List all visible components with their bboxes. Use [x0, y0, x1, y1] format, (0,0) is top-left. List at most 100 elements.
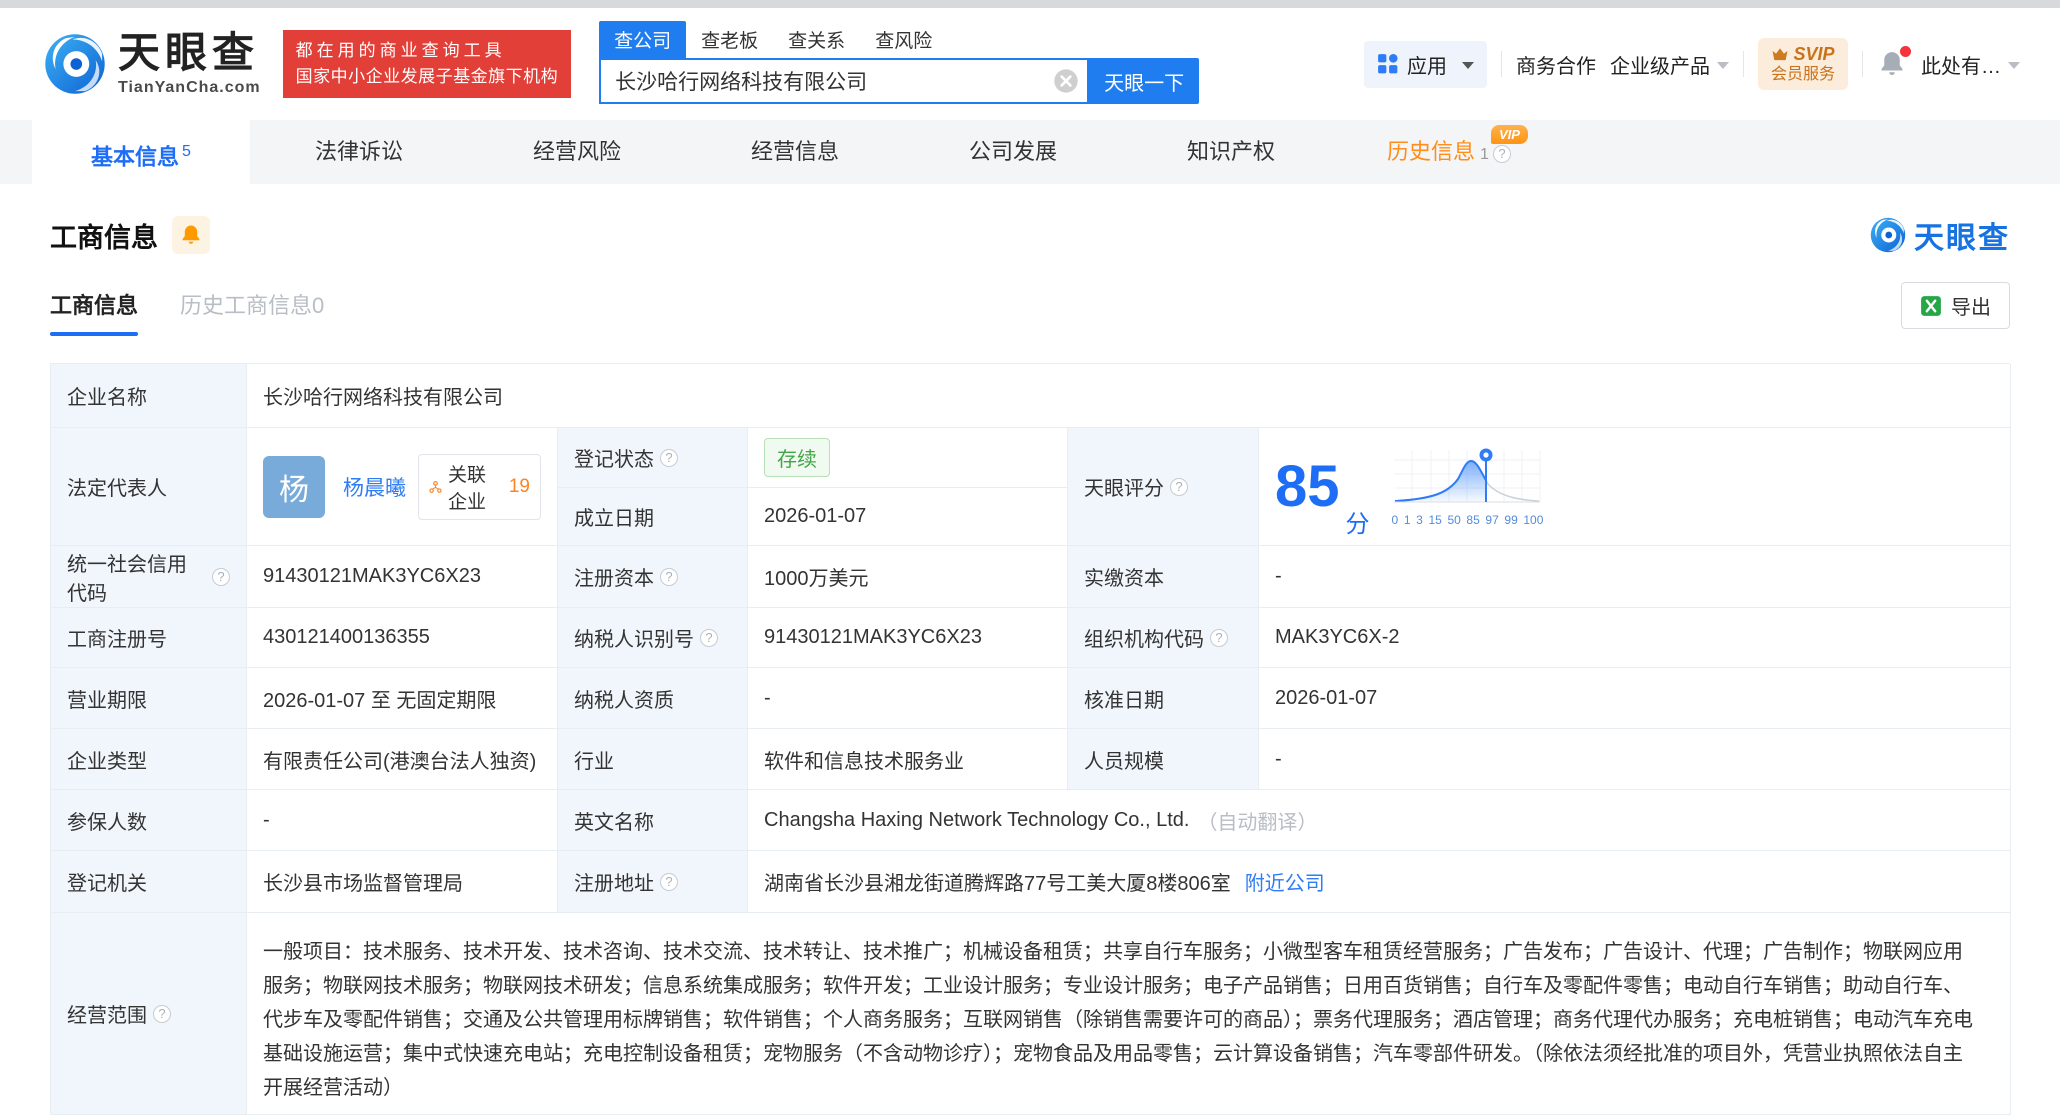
reg-capital-value: 1000万美元 [748, 546, 1068, 608]
industry-label: 行业 [558, 729, 748, 790]
divider [1501, 51, 1502, 77]
established-value: 2026-01-07 [748, 488, 1068, 546]
search-input-box [599, 58, 1089, 104]
score-cell: 85 分 [1259, 428, 2011, 546]
help-icon[interactable]: ? [1210, 629, 1228, 647]
help-icon[interactable]: ? [212, 568, 230, 586]
company-type-label: 企业类型 [51, 729, 247, 790]
reg-authority-label: 登记机关 [51, 851, 247, 913]
reg-authority-value: 长沙县市场监督管理局 [247, 851, 558, 913]
label-text: 纳税人识别号 [574, 623, 694, 652]
nav-tab-intellectual-property[interactable]: 知识产权 [1122, 120, 1340, 184]
search-button[interactable]: 天眼一下 [1089, 58, 1199, 104]
brand-domain: TianYanCha.com [118, 79, 261, 97]
divider [1743, 51, 1744, 77]
promo-badge: 都在用的商业查询工具 国家中小企业发展子基金旗下机构 [283, 30, 572, 98]
divider [1862, 51, 1863, 77]
bell-icon [179, 223, 203, 247]
paid-capital-value: - [1259, 546, 2011, 608]
brand-name: 天眼查 [118, 32, 261, 74]
reg-number-value: 430121400136355 [247, 608, 558, 668]
nav-tab-operating-risk[interactable]: 经营风险 [468, 120, 686, 184]
nav-tab-history-info[interactable]: VIP 历史信息1? [1340, 120, 1558, 184]
search-tab-company[interactable]: 查公司 [599, 21, 686, 58]
related-companies-button[interactable]: 关联企业 19 [418, 454, 541, 520]
business-coop-link[interactable]: 商务合作 [1516, 50, 1596, 79]
nav-tab-legal[interactable]: 法律诉讼 [250, 120, 468, 184]
nearby-companies-link[interactable]: 附近公司 [1245, 867, 1325, 896]
approval-date-label: 核准日期 [1068, 668, 1259, 729]
nav-tab-basic-info[interactable]: 基本信息5 [32, 120, 250, 184]
clear-icon[interactable] [1053, 68, 1079, 94]
business-scope-value: 一般项目：技术服务、技术开发、技术咨询、技术交流、技术转让、技术推广；机械设备租… [247, 913, 2011, 1115]
taxpayer-id-value: 91430121MAK3YC6X23 [748, 608, 1068, 668]
insured-label: 参保人数 [51, 790, 247, 851]
help-icon[interactable]: ? [660, 568, 678, 586]
search-input[interactable] [615, 69, 1053, 93]
credit-code-label: 统一社会信用代码 ? [51, 546, 247, 608]
score-curve [1392, 446, 1542, 510]
related-companies-label: 关联企业 [448, 460, 503, 514]
vip-badge: VIP [1491, 125, 1528, 144]
auto-translate-note: （自动翻译） [1197, 806, 1317, 835]
export-button[interactable]: 导出 [1901, 282, 2010, 329]
nav-tab-label: 基本信息 [91, 144, 179, 169]
nav-tab-label: 法律诉讼 [315, 139, 403, 164]
legal-rep-name-link[interactable]: 杨晨曦 [343, 472, 406, 502]
address-label: 注册地址 ? [558, 851, 748, 913]
label-text: 注册地址 [574, 867, 654, 896]
excel-icon [1920, 295, 1942, 317]
approval-date-value: 2026-01-07 [1259, 668, 2011, 729]
help-icon[interactable]: ? [153, 1005, 171, 1023]
help-icon[interactable]: ? [660, 449, 678, 467]
promo-line2: 国家中小企业发展子基金旗下机构 [296, 64, 559, 90]
brand-logo[interactable]: 天眼查 TianYanCha.com [44, 32, 261, 97]
established-label: 成立日期 [558, 488, 748, 546]
top-header: 天眼查 TianYanCha.com 都在用的商业查询工具 国家中小企业发展子基… [0, 8, 2060, 120]
english-name-value: Changsha Haxing Network Technology Co., … [764, 809, 1189, 832]
reg-number-label: 工商注册号 [51, 608, 247, 668]
search-area: 查公司 查老板 查关系 查风险 天眼一下 [599, 24, 1199, 104]
business-term-value: 2026-01-07 至 无固定期限 [247, 668, 558, 729]
related-companies-count: 19 [509, 476, 530, 498]
paid-capital-label: 实缴资本 [1068, 546, 1259, 608]
company-name-label: 企业名称 [51, 364, 247, 428]
nav-tab-company-development[interactable]: 公司发展 [904, 120, 1122, 184]
tianyancha-logo-icon [44, 33, 106, 95]
help-icon[interactable]: ? [1493, 145, 1511, 163]
taxpayer-id-label: 纳税人识别号 ? [558, 608, 748, 668]
taxpayer-quality-value: - [748, 668, 1068, 729]
score-value: 85 [1275, 458, 1340, 516]
account-menu[interactable]: 此处有… [1921, 50, 2020, 79]
apps-menu[interactable]: 应用 [1364, 41, 1487, 88]
monitor-bell-button[interactable] [172, 216, 210, 254]
business-scope-label: 经营范围 ? [51, 913, 247, 1115]
search-tab-risk[interactable]: 查风险 [860, 21, 947, 58]
score-distribution-chart: 0131550859799100 [1392, 446, 1544, 527]
header-menu: 应用 商务合作 企业级产品 SVIP 会员服务 此处有… [1364, 38, 2020, 91]
subtab-business-registration[interactable]: 工商信息 [50, 288, 138, 336]
label-text: 统一社会信用代码 [67, 548, 206, 606]
legal-rep-avatar[interactable]: 杨 [263, 456, 325, 518]
reg-status-cell: 存续 [748, 428, 1068, 488]
search-tab-relation[interactable]: 查关系 [773, 21, 860, 58]
staff-size-label: 人员规模 [1068, 729, 1259, 790]
nav-tab-label: 知识产权 [1187, 139, 1275, 164]
nav-tab-business-info[interactable]: 经营信息 [686, 120, 904, 184]
label-text: 组织机构代码 [1084, 623, 1204, 652]
status-badge: 存续 [764, 438, 830, 477]
score-label: 天眼评分 ? [1068, 428, 1259, 546]
svip-member-button[interactable]: SVIP 会员服务 [1758, 38, 1848, 91]
help-icon[interactable]: ? [1170, 478, 1188, 496]
enterprise-products-menu[interactable]: 企业级产品 [1610, 50, 1729, 79]
subtab-history-registration[interactable]: 历史工商信息0 [180, 288, 324, 336]
help-icon[interactable]: ? [660, 873, 678, 891]
nav-tab-count: 1 [1480, 146, 1489, 163]
company-name-value: 长沙哈行网络科技有限公司 [247, 364, 2011, 428]
enterprise-products-label: 企业级产品 [1610, 50, 1710, 79]
notifications-button[interactable] [1877, 49, 1907, 79]
search-tab-boss[interactable]: 查老板 [686, 21, 773, 58]
chevron-down-icon [2008, 62, 2020, 69]
reg-status-label: 登记状态 ? [558, 428, 748, 488]
help-icon[interactable]: ? [700, 629, 718, 647]
